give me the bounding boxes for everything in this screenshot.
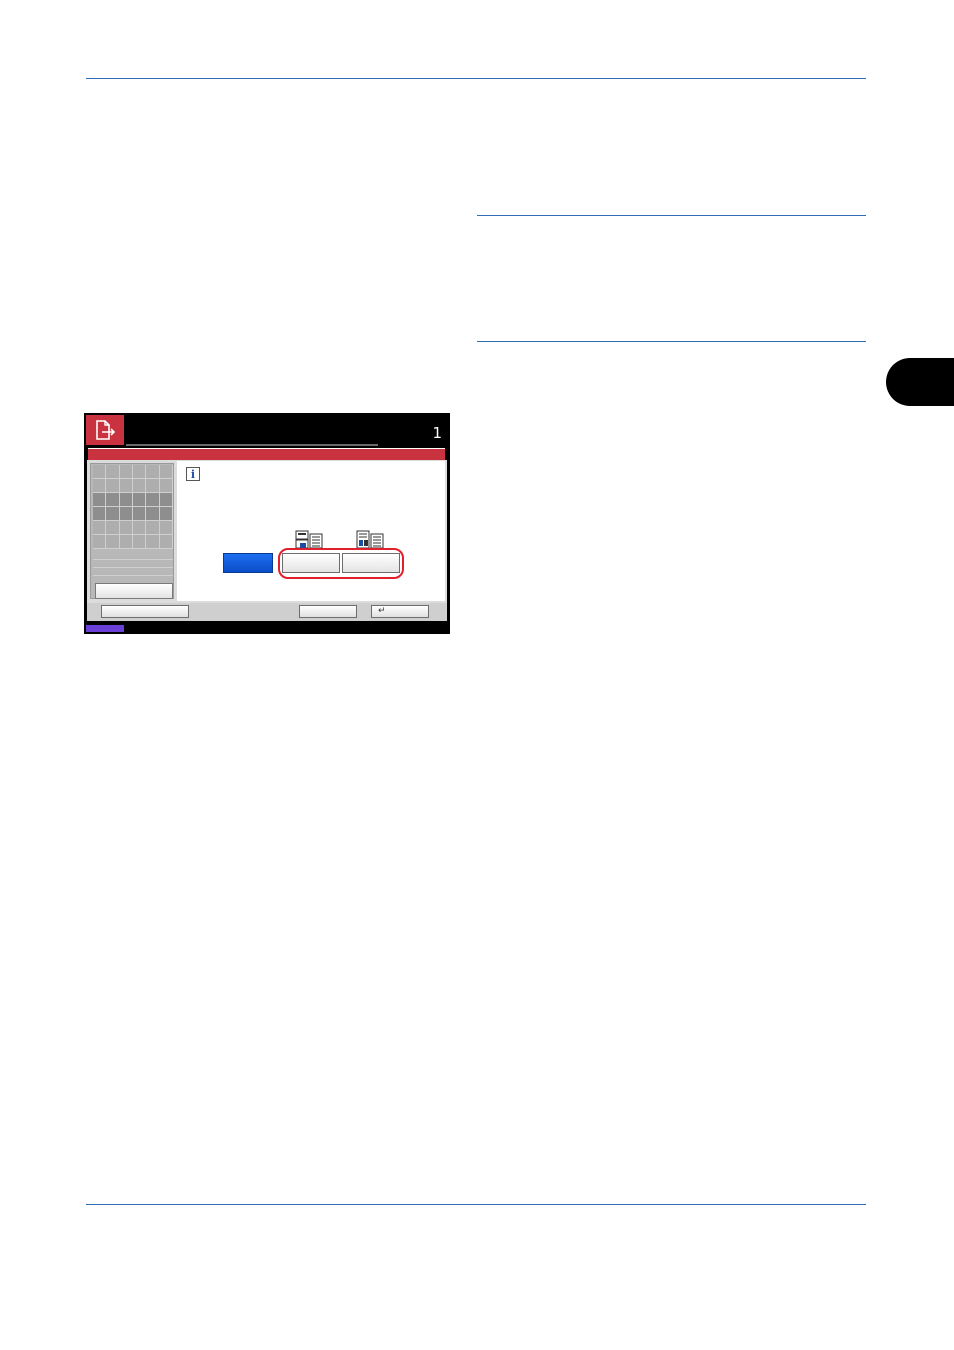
grid-cell-selected[interactable] xyxy=(132,493,147,507)
chapter-tab xyxy=(886,358,954,406)
function-list xyxy=(90,463,174,599)
grid-cell[interactable] xyxy=(159,465,173,479)
grid-cell-selected[interactable] xyxy=(93,507,107,521)
grid-cell[interactable] xyxy=(146,465,160,479)
callout-highlight xyxy=(278,548,404,579)
list-row[interactable] xyxy=(93,568,173,576)
status-indicator xyxy=(86,625,124,632)
enter-icon: ↵ xyxy=(378,606,386,616)
copy-count: 1 xyxy=(432,424,442,442)
grid-cell[interactable] xyxy=(132,479,147,493)
grid-cell-selected[interactable] xyxy=(119,493,133,507)
list-row[interactable] xyxy=(93,560,173,568)
grid-cell-selected[interactable] xyxy=(93,493,107,507)
grid-cell-selected[interactable] xyxy=(119,507,133,521)
header-divider xyxy=(126,444,378,446)
grid-cell[interactable] xyxy=(106,521,120,535)
grid-cell[interactable] xyxy=(93,521,107,535)
info-icon[interactable]: i xyxy=(186,467,200,481)
grid-cell-selected[interactable] xyxy=(106,493,120,507)
settings-area: i xyxy=(87,460,447,603)
grid-cell[interactable] xyxy=(119,535,133,549)
layout-image-left-icon xyxy=(295,530,323,550)
top-rule xyxy=(86,78,866,79)
grid-cell[interactable] xyxy=(159,479,173,493)
grid-cell[interactable] xyxy=(93,479,107,493)
grid-cell[interactable] xyxy=(159,535,173,549)
grid-cell[interactable] xyxy=(106,479,120,493)
footer-left-button[interactable] xyxy=(101,605,189,618)
grid-cell-selected[interactable] xyxy=(146,493,160,507)
grid-cell[interactable] xyxy=(146,535,160,549)
grid-cell-selected[interactable] xyxy=(146,507,160,521)
bottom-rule xyxy=(86,1204,866,1205)
panel-footer: ↵ xyxy=(87,603,447,621)
document-output-icon[interactable] xyxy=(86,415,124,445)
grid-cell[interactable] xyxy=(93,465,107,479)
grid-cell[interactable] xyxy=(119,479,133,493)
grid-cell[interactable] xyxy=(93,535,107,549)
grid-cell-selected[interactable] xyxy=(159,493,173,507)
grid-cell[interactable] xyxy=(146,521,160,535)
list-row[interactable] xyxy=(93,552,173,560)
function-grid xyxy=(93,465,173,549)
grid-cell[interactable] xyxy=(119,521,133,535)
grid-cell[interactable] xyxy=(106,465,120,479)
footer-ok-button[interactable]: ↵ xyxy=(371,605,429,618)
grid-cell[interactable] xyxy=(106,535,120,549)
note-top-rule xyxy=(477,215,866,216)
grid-cell[interactable] xyxy=(132,521,147,535)
grid-cell[interactable] xyxy=(119,465,133,479)
grid-cell[interactable] xyxy=(132,535,147,549)
off-button-selected[interactable] xyxy=(223,553,273,573)
grid-cell-selected[interactable] xyxy=(132,507,147,521)
grid-cell-selected[interactable] xyxy=(159,507,173,521)
device-panel-screenshot: 1 i ↵ xyxy=(84,413,450,634)
grid-cell[interactable] xyxy=(159,521,173,535)
function-list-rows xyxy=(93,552,173,576)
left-action-button[interactable] xyxy=(95,583,173,599)
layout-image-right-icon xyxy=(356,530,384,550)
note-bottom-rule xyxy=(477,341,866,342)
grid-cell[interactable] xyxy=(146,479,160,493)
option-content: i xyxy=(177,461,445,601)
footer-cancel-button[interactable] xyxy=(299,605,357,618)
grid-cell[interactable] xyxy=(132,465,147,479)
grid-cell-selected[interactable] xyxy=(106,507,120,521)
